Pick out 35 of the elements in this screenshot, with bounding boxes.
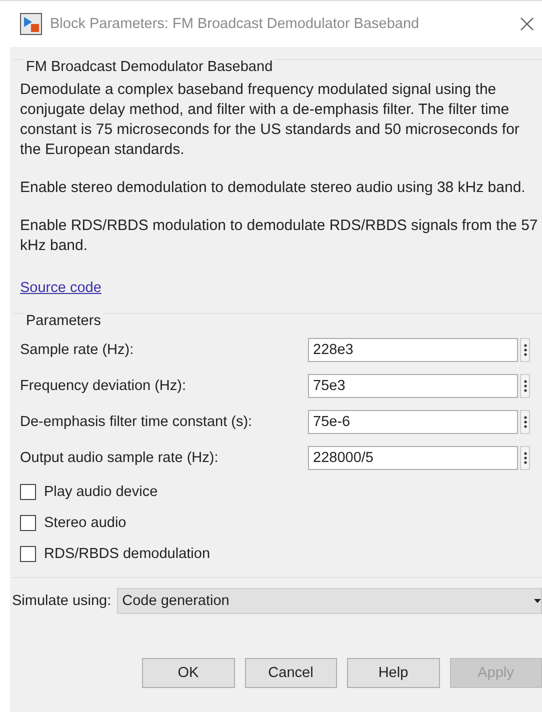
simulate-dropdown[interactable]: Code generation bbox=[117, 588, 542, 614]
checkbox[interactable] bbox=[20, 484, 36, 500]
kebab-icon bbox=[524, 452, 526, 464]
dialog-button[interactable]: Cancel bbox=[244, 658, 337, 688]
more-options-button[interactable] bbox=[520, 446, 530, 470]
field-label: Sample rate (Hz): bbox=[20, 342, 135, 358]
checkbox-label: Play audio device bbox=[44, 484, 158, 500]
description-text: Enable stereo demodulation to demodulate stereo audio using 38 kHz band. bbox=[20, 178, 526, 198]
kebab-icon bbox=[524, 344, 526, 356]
source-code-link[interactable]: Source code bbox=[20, 280, 102, 296]
block-icon bbox=[20, 13, 42, 35]
input-field[interactable]: 228e3 bbox=[308, 338, 518, 362]
input-field[interactable]: 75e-6 bbox=[308, 410, 518, 434]
checkbox[interactable] bbox=[20, 546, 36, 562]
caret-icon bbox=[534, 599, 541, 603]
more-options-button[interactable] bbox=[520, 338, 530, 362]
checkbox-label: Stereo audio bbox=[44, 514, 126, 530]
field-label: Frequency deviation (Hz): bbox=[20, 378, 188, 394]
close-icon[interactable] bbox=[520, 17, 534, 31]
checkbox[interactable] bbox=[20, 514, 36, 530]
description-text: Enable RDS/RBDS modulation to demodulate RDS/RBDS signals from the 57 kHz band. bbox=[20, 216, 539, 256]
field-label: Output audio sample rate (Hz): bbox=[20, 450, 220, 466]
checkbox-label: RDS/RBDS demodulation bbox=[44, 546, 210, 562]
field-label: De-emphasis filter time constant (s): bbox=[20, 414, 254, 430]
kebab-icon bbox=[524, 380, 526, 392]
dialog-button[interactable]: Help bbox=[347, 658, 440, 688]
kebab-icon bbox=[524, 416, 526, 428]
window-title: Block Parameters: FM Broadcast Demodulator Baseband bbox=[50, 16, 420, 32]
more-options-button[interactable] bbox=[520, 374, 530, 398]
simulate-label: Simulate using: bbox=[12, 593, 112, 609]
input-field[interactable]: 75e3 bbox=[308, 374, 518, 398]
more-options-button[interactable] bbox=[520, 410, 530, 434]
input-field[interactable]: 228000/5 bbox=[308, 446, 518, 470]
dialog-button[interactable]: OK bbox=[142, 658, 234, 688]
description-text: Demodulate a complex baseband frequency modulated signal using the conjugate delay method, and filter with a de-emphasis filter. The filter time constant is 75 microseconds for the US standards and 50 microseconds for the European standards. bbox=[20, 80, 520, 160]
